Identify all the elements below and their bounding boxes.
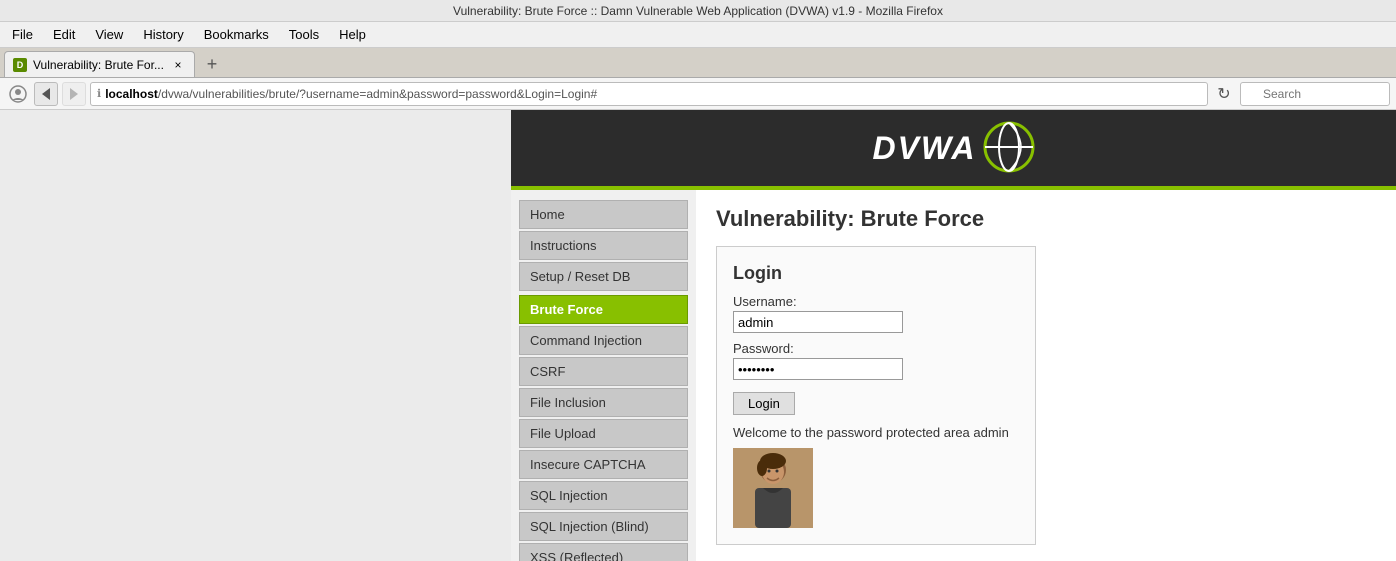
sidebar-item-setup-reset-db[interactable]: Setup / Reset DB [519,262,688,291]
sidebar-item-command-injection[interactable]: Command Injection [519,326,688,355]
left-blank-panel [0,110,511,561]
tab-close-button[interactable]: × [170,57,186,73]
sidebar-item-brute-force[interactable]: Brute Force [519,295,688,324]
sidebar-item-instructions[interactable]: Instructions [519,231,688,260]
tab-bar: D Vulnerability: Brute For... × + [0,48,1396,78]
login-title: Login [733,263,1019,284]
login-box: Login Username: Password: Login Welcome … [716,246,1036,545]
sidebar-item-sql-injection-blind[interactable]: SQL Injection (Blind) [519,512,688,541]
profile-button[interactable] [6,82,30,106]
browser-tab[interactable]: D Vulnerability: Brute For... × [4,51,195,77]
lock-icon: ℹ [97,87,101,100]
dvwa-main: Vulnerability: Brute Force Login Usernam… [696,190,1396,561]
login-button[interactable]: Login [733,392,795,415]
dvwa-body: Home Instructions Setup / Reset DB Brute… [511,190,1396,561]
dvwa-logo-graphic [983,121,1035,176]
tab-favicon: D [13,58,27,72]
username-input[interactable] [733,311,903,333]
search-wrapper: 🔍 [1240,82,1390,106]
menu-view[interactable]: View [87,25,131,44]
sidebar-item-home[interactable]: Home [519,200,688,229]
sidebar-item-file-inclusion[interactable]: File Inclusion [519,388,688,417]
url-bar[interactable]: ℹ localhost /dvwa/vulnerabilities/brute/… [90,82,1208,106]
password-label: Password: [733,341,1019,356]
menu-history[interactable]: History [135,25,191,44]
browser-content: DVWA Home Instructions Setup / Reset DB [0,110,1396,561]
new-tab-button[interactable]: + [199,51,225,77]
dvwa-app: DVWA Home Instructions Setup / Reset DB [511,110,1396,561]
sidebar-item-file-upload[interactable]: File Upload [519,419,688,448]
page-title: Vulnerability: Brute Force [716,206,1376,232]
menu-tools[interactable]: Tools [281,25,327,44]
title-bar: Vulnerability: Brute Force :: Damn Vulne… [0,0,1396,22]
menu-bar: File Edit View History Bookmarks Tools H… [0,22,1396,48]
reload-button[interactable]: ↻ [1212,82,1236,106]
dvwa-logo: DVWA [873,121,1035,176]
welcome-text: Welcome to the password protected area a… [733,425,1019,440]
dvwa-logo-text: DVWA [873,130,977,167]
admin-image [733,448,813,528]
sidebar-item-csrf[interactable]: CSRF [519,357,688,386]
menu-edit[interactable]: Edit [45,25,83,44]
back-button[interactable] [34,82,58,106]
menu-help[interactable]: Help [331,25,374,44]
username-label: Username: [733,294,1019,309]
url-host: localhost [105,87,158,101]
tab-title: Vulnerability: Brute For... [33,58,164,72]
sidebar-item-sql-injection[interactable]: SQL Injection [519,481,688,510]
sidebar-item-insecure-captcha[interactable]: Insecure CAPTCHA [519,450,688,479]
url-path: /dvwa/vulnerabilities/brute/?username=ad… [158,87,597,101]
dvwa-sidebar: Home Instructions Setup / Reset DB Brute… [511,190,696,561]
search-input[interactable] [1240,82,1390,106]
dvwa-header: DVWA [511,110,1396,190]
title-bar-text: Vulnerability: Brute Force :: Damn Vulne… [453,4,943,18]
password-input[interactable] [733,358,903,380]
address-bar: ℹ localhost /dvwa/vulnerabilities/brute/… [0,78,1396,110]
menu-bookmarks[interactable]: Bookmarks [196,25,277,44]
sidebar-item-xss-reflected[interactable]: XSS (Reflected) [519,543,688,561]
menu-file[interactable]: File [4,25,41,44]
forward-button[interactable] [62,82,86,106]
